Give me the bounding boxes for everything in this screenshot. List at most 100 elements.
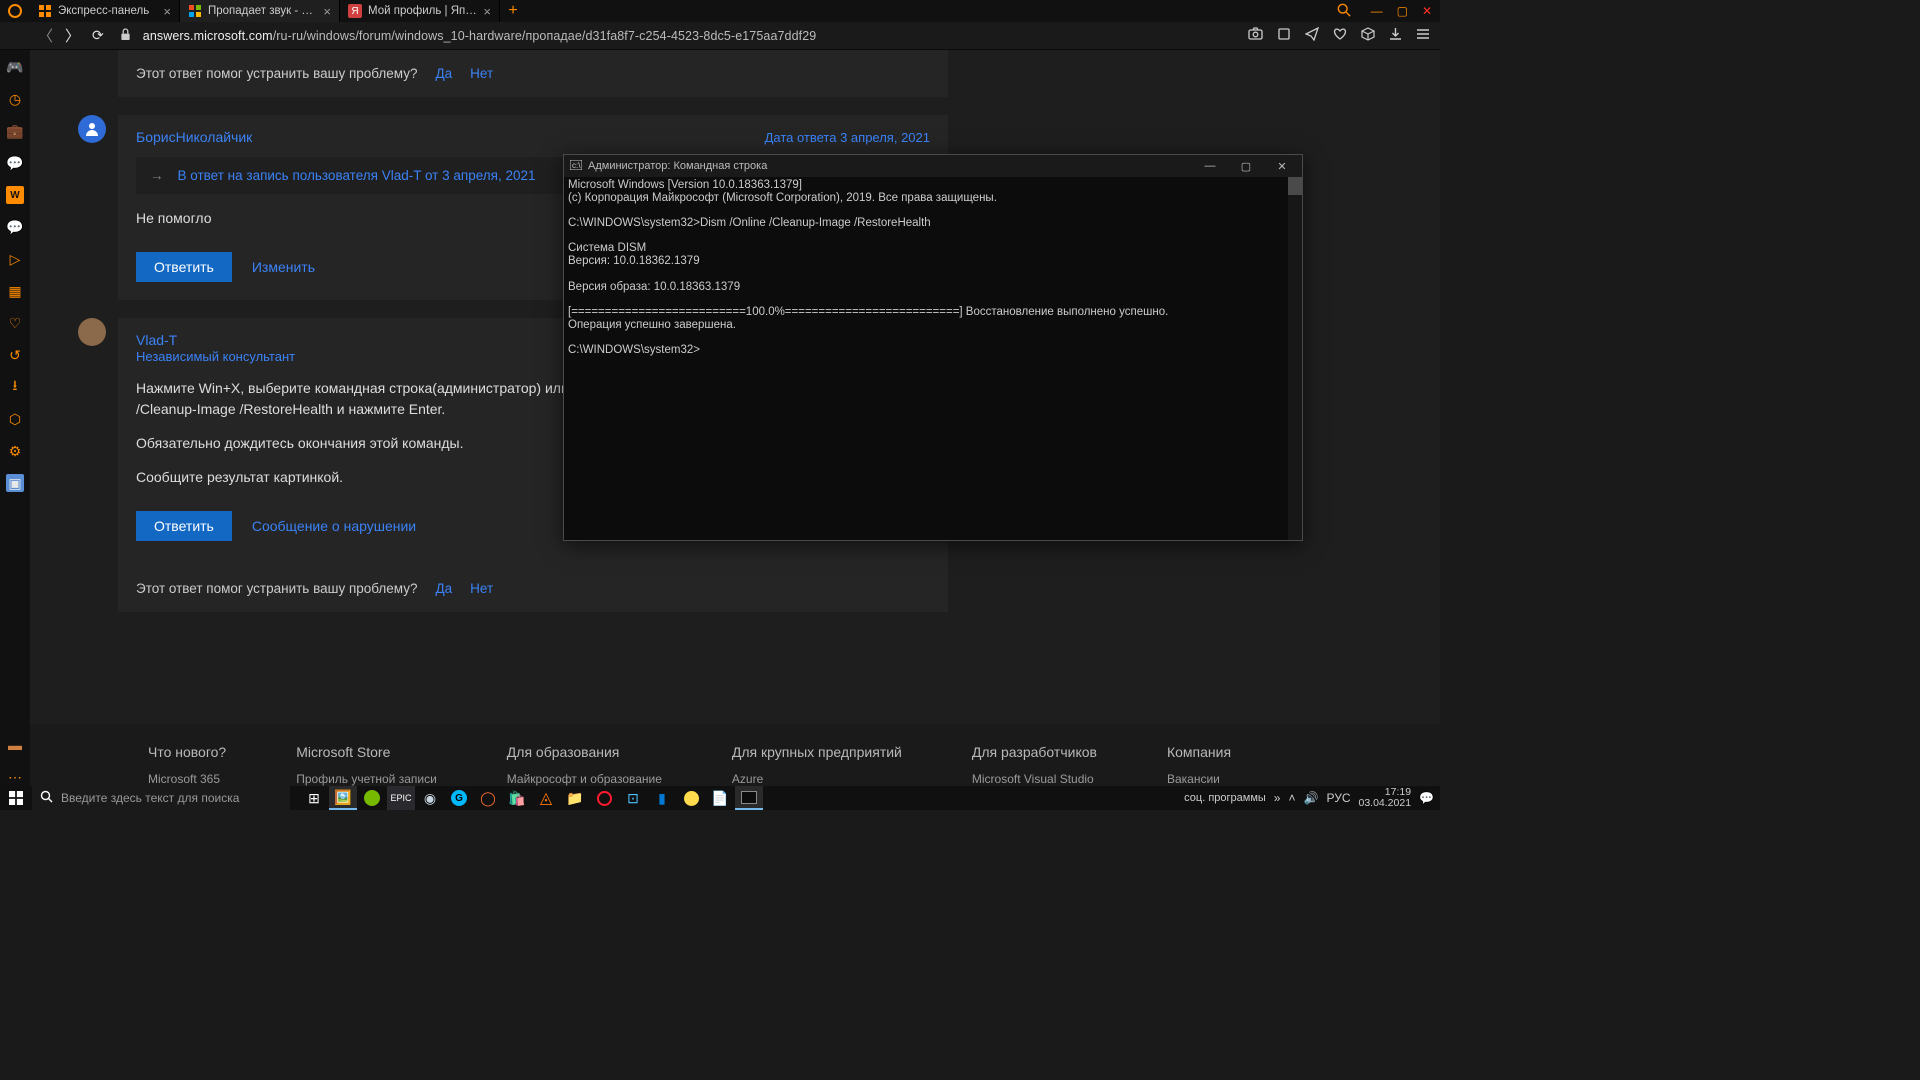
vk-icon[interactable]: W bbox=[6, 186, 24, 204]
opera-logo[interactable] bbox=[0, 4, 30, 18]
minimize-icon[interactable]: — bbox=[1371, 4, 1383, 18]
helpful-no[interactable]: Нет bbox=[470, 581, 493, 596]
send-icon[interactable] bbox=[1305, 27, 1319, 44]
helpful-no[interactable]: Нет bbox=[470, 66, 493, 81]
username-link[interactable]: БорисНиколайчик bbox=[136, 129, 252, 145]
taskbar-search[interactable]: Введите здесь текст для поиска bbox=[32, 786, 290, 810]
cmd-titlebar[interactable]: c:\ Администратор: Командная строка — ▢ … bbox=[564, 155, 1302, 177]
footer-heading: Компания bbox=[1167, 744, 1231, 760]
app-origin[interactable]: ◯ bbox=[474, 786, 502, 810]
app-utorrent[interactable] bbox=[358, 786, 386, 810]
history-icon[interactable]: ↺ bbox=[6, 346, 24, 364]
footer-link[interactable]: Microsoft 365 bbox=[148, 772, 226, 786]
extension-icon[interactable] bbox=[1277, 27, 1291, 44]
helpful-bar: Этот ответ помог устранить вашу проблему… bbox=[118, 50, 948, 97]
helpful-yes[interactable]: Да bbox=[435, 66, 452, 81]
app-store[interactable]: 🛍️ bbox=[503, 786, 531, 810]
footer-link[interactable]: Майкрософт и образование bbox=[507, 772, 662, 786]
menu-icon[interactable] bbox=[1416, 27, 1430, 44]
reply-button[interactable]: Ответить bbox=[136, 511, 232, 541]
heart-icon[interactable] bbox=[1333, 27, 1347, 44]
back-button[interactable]: 〈 bbox=[38, 25, 53, 46]
footer-link[interactable]: Профиль учетной записи bbox=[296, 772, 437, 786]
search-icon[interactable] bbox=[1337, 3, 1351, 20]
twitch-icon[interactable]: 💬 bbox=[6, 154, 24, 172]
close-icon[interactable]: × bbox=[323, 4, 331, 19]
close-window-icon[interactable]: ✕ bbox=[1422, 4, 1432, 18]
app-logitech[interactable]: G bbox=[445, 786, 473, 810]
report-link[interactable]: Сообщение о нарушении bbox=[252, 518, 416, 534]
footer-link[interactable]: Вакансии bbox=[1167, 772, 1231, 786]
lang-indicator[interactable]: РУС bbox=[1326, 791, 1350, 805]
screenshot-icon[interactable] bbox=[1248, 27, 1263, 44]
user-role: Независимый консультант bbox=[136, 349, 295, 364]
chevron-up-icon[interactable]: ˄ bbox=[1288, 791, 1295, 805]
app-cmd[interactable] bbox=[735, 786, 763, 810]
avatar[interactable] bbox=[78, 318, 106, 346]
reload-button[interactable]: ⟳ bbox=[92, 27, 104, 44]
search-placeholder: Введите здесь текст для поиска bbox=[61, 791, 239, 805]
app-settings[interactable]: ⊡ bbox=[619, 786, 647, 810]
gear-icon[interactable]: ⚙ bbox=[6, 442, 24, 460]
clock[interactable]: 17:1903.04.2021 bbox=[1358, 787, 1411, 809]
app-notepad[interactable]: 📄 bbox=[706, 786, 734, 810]
heart-icon[interactable]: ♡ bbox=[6, 314, 24, 332]
cmd-window[interactable]: c:\ Администратор: Командная строка — ▢ … bbox=[563, 154, 1303, 541]
app-avast[interactable]: ◬ bbox=[532, 786, 560, 810]
maximize-icon[interactable]: ▢ bbox=[1228, 155, 1264, 177]
reply-button[interactable]: Ответить bbox=[136, 252, 232, 282]
taskview-icon[interactable]: ⊞ bbox=[300, 786, 328, 810]
yapics-icon: Я bbox=[348, 4, 362, 18]
app-paint[interactable]: 🖼️ bbox=[329, 786, 357, 810]
cmd-output[interactable]: Microsoft Windows [Version 10.0.18363.13… bbox=[564, 177, 1302, 540]
cmd-scrollbar[interactable] bbox=[1288, 177, 1302, 540]
minimize-icon[interactable]: — bbox=[1192, 155, 1228, 177]
clock-icon[interactable]: ◷ bbox=[6, 90, 24, 108]
volume-icon[interactable]: 🔊 bbox=[1304, 791, 1319, 805]
tray-text[interactable]: соц. программы bbox=[1184, 792, 1266, 804]
discord-icon[interactable]: 💬 bbox=[6, 218, 24, 236]
footer-link[interactable]: Microsoft Visual Studio bbox=[972, 772, 1097, 786]
helpful-yes[interactable]: Да bbox=[435, 581, 452, 596]
close-icon[interactable]: × bbox=[163, 4, 171, 19]
tab-2[interactable]: Пропадает звук - Сообщ… × bbox=[180, 0, 340, 22]
notifications-icon[interactable]: 💬 bbox=[1419, 791, 1434, 805]
download-icon[interactable] bbox=[1389, 27, 1402, 44]
play-icon[interactable]: ▷ bbox=[6, 250, 24, 268]
url-text[interactable]: answers.microsoft.com/ru-ru/windows/foru… bbox=[143, 29, 1236, 43]
close-icon[interactable]: × bbox=[483, 4, 491, 19]
helpful-text: Этот ответ помог устранить вашу проблему… bbox=[136, 66, 417, 81]
app-phone[interactable]: ▮ bbox=[648, 786, 676, 810]
app-icon[interactable]: ▣ bbox=[6, 474, 24, 492]
new-tab-button[interactable]: + bbox=[500, 0, 526, 22]
gamepad-icon[interactable]: 🎮 bbox=[6, 58, 24, 76]
download-icon[interactable]: ⭳ bbox=[6, 378, 24, 396]
package-icon[interactable]: ⬡ bbox=[6, 410, 24, 428]
terminal-icon[interactable]: ▬ bbox=[6, 736, 24, 754]
start-button[interactable] bbox=[0, 791, 32, 805]
app-explorer[interactable]: 📁 bbox=[561, 786, 589, 810]
lock-icon[interactable] bbox=[120, 28, 131, 44]
app-opera[interactable] bbox=[590, 786, 618, 810]
more-icon[interactable]: ⋯ bbox=[6, 768, 24, 786]
tab-label: Экспресс-панель bbox=[58, 5, 159, 17]
footer-heading: Для образования bbox=[507, 744, 662, 760]
tab-3[interactable]: Я Мой профиль | Япикс × bbox=[340, 0, 500, 22]
briefcase-icon[interactable]: 💼 bbox=[6, 122, 24, 140]
maximize-icon[interactable]: ▢ bbox=[1397, 4, 1408, 18]
cube-icon[interactable] bbox=[1361, 27, 1375, 44]
microsoft-icon bbox=[188, 4, 202, 18]
grid-icon[interactable]: ▦ bbox=[6, 282, 24, 300]
forward-button[interactable]: 〉 bbox=[65, 25, 80, 46]
helpful-text: Этот ответ помог устранить вашу проблему… bbox=[136, 581, 417, 596]
app-yandex[interactable] bbox=[677, 786, 705, 810]
close-icon[interactable]: ✕ bbox=[1264, 155, 1300, 177]
avatar[interactable] bbox=[78, 115, 106, 143]
edit-link[interactable]: Изменить bbox=[252, 259, 315, 275]
footer-link[interactable]: Azure bbox=[732, 772, 902, 786]
tab-1[interactable]: Экспресс-панель × bbox=[30, 0, 180, 22]
tray-expand-icon[interactable]: » bbox=[1274, 791, 1281, 805]
username-link[interactable]: Vlad-T bbox=[136, 332, 295, 348]
app-steam[interactable]: ◉ bbox=[416, 786, 444, 810]
app-epic[interactable]: EPIC bbox=[387, 786, 415, 810]
